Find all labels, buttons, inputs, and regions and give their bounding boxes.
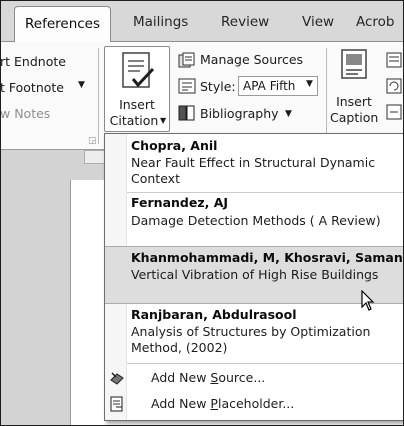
add-new-source-menu-item[interactable]: Add New Source... — [105, 366, 403, 390]
bibliography-icon — [178, 105, 196, 125]
bibliography-button[interactable]: Bibliography — [200, 106, 279, 121]
tab-view[interactable]: View — [302, 14, 334, 30]
group-divider — [98, 48, 99, 144]
next-footnote-dropdown-icon[interactable]: ▼ — [78, 80, 85, 90]
tab-review[interactable]: Review — [221, 14, 269, 30]
next-footnote-button[interactable]: t Footnote — [0, 80, 64, 95]
menu-divider — [127, 363, 403, 364]
insert-citation-label-2: Citation — [109, 113, 159, 128]
add-new-placeholder-menu-item[interactable]: Add New Placeholder... — [105, 392, 403, 416]
source-author: Fernandez, AJ — [131, 195, 229, 210]
add-placeholder-icon — [109, 396, 125, 416]
style-icon — [178, 78, 196, 98]
tab-acrobat[interactable]: Acrob — [356, 14, 395, 30]
citation-source-item-highlighted[interactable]: Khanmohammadi, M, Khosravi, Saman Vertic… — [105, 246, 403, 304]
group-divider — [326, 48, 327, 144]
mouse-pointer-icon — [361, 289, 375, 316]
chevron-down-icon: ▼ — [160, 116, 167, 125]
menu-divider — [127, 192, 403, 193]
update-table-icon[interactable] — [386, 78, 402, 98]
insert-citation-label-1: Insert — [119, 97, 155, 112]
insert-table-of-figures-icon[interactable] — [386, 52, 402, 72]
bibliography-dropdown-icon[interactable]: ▼ — [285, 109, 292, 119]
caption-icon — [340, 48, 370, 86]
manage-sources-button[interactable]: Manage Sources — [200, 52, 303, 67]
insert-caption-label-1[interactable]: Insert — [330, 94, 378, 109]
citation-source-item[interactable]: Chopra, Anil Near Fault Effect in Struct… — [105, 138, 403, 192]
footnote-dialog-launcher-icon[interactable]: ◲ — [88, 136, 97, 146]
style-label: Style: — [200, 79, 236, 94]
ribbon-tab-strip: References Mailings Review View Acrob — [0, 0, 404, 43]
source-title: Damage Detection Methods ( A Review) — [131, 213, 381, 228]
citation-source-item[interactable]: Ranjbaran, Abdulrasool Analysis of Struc… — [105, 307, 403, 361]
manage-sources-icon — [178, 52, 196, 72]
source-title: Near Fault Effect in Structural Dynamic … — [131, 155, 376, 186]
style-value: APA Fifth — [243, 79, 296, 93]
source-title: Analysis of Structures by Optimization M… — [131, 324, 371, 355]
insert-citation-menu: Chopra, Anil Near Fault Effect in Struct… — [104, 133, 404, 421]
style-dropdown-icon[interactable]: ▼ — [306, 79, 313, 89]
source-author: Khanmohammadi, M, Khosravi, Saman — [131, 250, 403, 265]
show-notes-button: w Notes — [0, 106, 51, 121]
citation-icon — [121, 51, 155, 97]
add-new-placeholder-label: Add New Placeholder... — [151, 396, 295, 411]
insert-citation-button[interactable]: Insert Citation ▼ — [104, 46, 170, 132]
add-new-source-label: Add New Source... — [151, 370, 266, 385]
tab-references[interactable]: References — [14, 6, 112, 43]
add-source-icon — [109, 370, 125, 390]
source-author: Ranjbaran, Abdulrasool — [131, 307, 297, 322]
source-author: Chopra, Anil — [131, 138, 218, 153]
insert-caption-label-2[interactable]: Caption — [330, 110, 378, 125]
tab-mailings[interactable]: Mailings — [133, 14, 188, 30]
citation-source-item[interactable]: Fernandez, AJ Damage Detection Methods (… — [105, 194, 403, 244]
cross-reference-icon[interactable] — [386, 104, 402, 124]
insert-endnote-button[interactable]: rt Endnote — [0, 54, 66, 69]
source-title: Vertical Vibration of High Rise Building… — [131, 267, 379, 282]
